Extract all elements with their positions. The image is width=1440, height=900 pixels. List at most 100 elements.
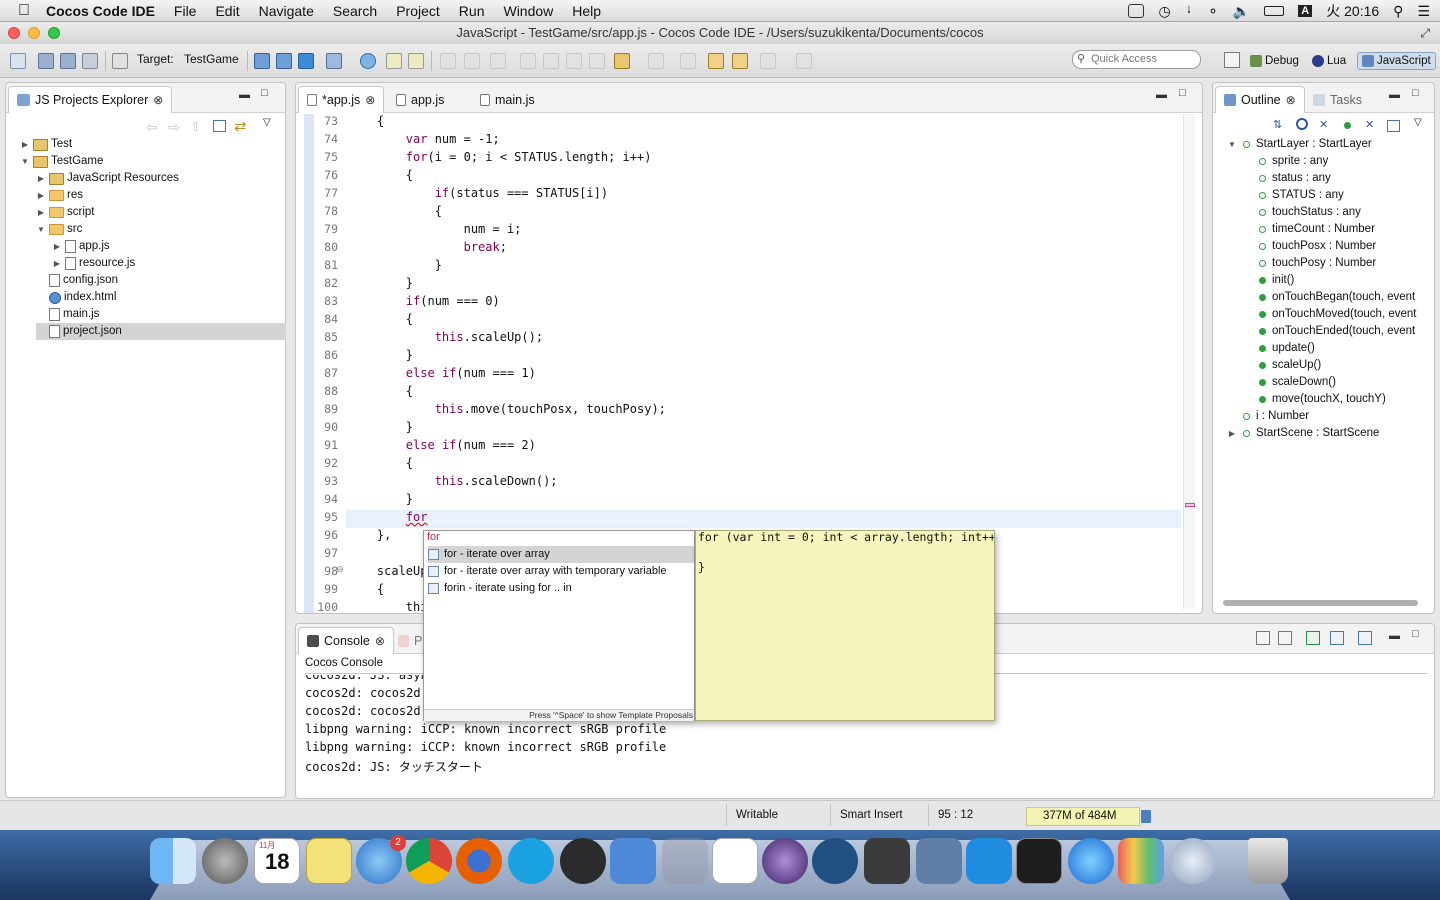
close-window-button[interactable] bbox=[8, 27, 20, 39]
help-icon[interactable] bbox=[662, 838, 708, 884]
outline-item[interactable]: touchStatus : any bbox=[1243, 204, 1361, 221]
open-console-icon[interactable] bbox=[1358, 631, 1372, 645]
code-line[interactable]: num = i; bbox=[348, 222, 522, 236]
view-menu-icon[interactable]: ▽ bbox=[263, 117, 271, 128]
format-icon[interactable] bbox=[408, 53, 424, 69]
outline-item[interactable]: scaleDown() bbox=[1243, 374, 1336, 391]
collapse-all-icon[interactable] bbox=[213, 120, 226, 132]
save-all-icon[interactable] bbox=[60, 53, 76, 69]
task-list-icon[interactable] bbox=[386, 53, 402, 69]
outline-item[interactable]: touchPosy : Number bbox=[1243, 255, 1376, 272]
battery-icon[interactable] bbox=[1264, 6, 1285, 16]
tab-main-js[interactable]: main.js bbox=[472, 86, 543, 113]
time-machine-icon[interactable]: ◷ bbox=[1158, 3, 1170, 20]
finder-icon[interactable] bbox=[150, 838, 196, 884]
print-icon[interactable] bbox=[82, 53, 98, 69]
code-line[interactable]: { bbox=[348, 114, 384, 128]
outline-item[interactable]: i : Number bbox=[1227, 408, 1309, 425]
menu-help[interactable]: Help bbox=[572, 3, 601, 19]
code-line[interactable]: { bbox=[348, 582, 384, 596]
close-tab-icon[interactable]: ⊗ bbox=[375, 634, 385, 648]
code-line[interactable]: this.scaleDown(); bbox=[348, 474, 558, 488]
s-app-icon[interactable] bbox=[712, 838, 758, 884]
tree-item[interactable]: ▶ resource.js bbox=[52, 255, 135, 272]
code-line[interactable]: { bbox=[348, 456, 413, 470]
eclipse-icon[interactable] bbox=[762, 838, 808, 884]
expand-toggle-icon[interactable]: ▶ bbox=[1227, 425, 1237, 442]
sourcetree-icon[interactable] bbox=[812, 838, 858, 884]
maximize-icon[interactable]: □ bbox=[1412, 87, 1419, 99]
pen-icon[interactable] bbox=[614, 53, 630, 69]
close-icon[interactable]: ⊗ bbox=[153, 93, 163, 107]
checkbox-status-icon[interactable] bbox=[1128, 4, 1145, 18]
globe-icon[interactable] bbox=[360, 53, 376, 69]
perspective-javascript[interactable]: JavaScript bbox=[1357, 52, 1436, 70]
menu-search[interactable]: Search bbox=[333, 3, 377, 19]
menu-project[interactable]: Project bbox=[396, 3, 440, 19]
monodevelop-icon[interactable] bbox=[916, 838, 962, 884]
code-line[interactable]: this.scaleUp(); bbox=[348, 330, 543, 344]
code-line[interactable]: } bbox=[348, 492, 413, 506]
outline-item[interactable]: scaleUp() bbox=[1243, 357, 1321, 374]
outline-item[interactable]: init() bbox=[1243, 272, 1294, 289]
sublime-icon[interactable] bbox=[864, 838, 910, 884]
code-line[interactable]: { bbox=[348, 384, 413, 398]
history-back-icon[interactable] bbox=[732, 53, 748, 69]
gc-trash-icon[interactable] bbox=[1141, 810, 1151, 823]
insert-mode[interactable]: Smart Insert bbox=[840, 809, 903, 821]
open-perspective-icon[interactable] bbox=[1224, 52, 1240, 68]
code-line[interactable]: } bbox=[348, 420, 413, 434]
minimize-icon[interactable]: ▬ bbox=[1389, 630, 1400, 642]
vertical-scrollbar[interactable] bbox=[1183, 114, 1195, 609]
trash-icon[interactable] bbox=[1248, 838, 1288, 884]
expand-toggle-icon[interactable]: ▶ bbox=[52, 255, 62, 272]
keynote-icon[interactable] bbox=[1118, 838, 1164, 884]
run-simulator-icon[interactable] bbox=[254, 53, 270, 69]
maximize-icon[interactable]: □ bbox=[261, 87, 268, 99]
notification-center-icon[interactable]: ☰ bbox=[1417, 3, 1430, 20]
menu-run[interactable]: Run bbox=[459, 3, 485, 19]
close-tab-icon[interactable]: ⊗ bbox=[1286, 93, 1296, 107]
outline-item[interactable]: sprite : any bbox=[1243, 153, 1328, 170]
network-icon[interactable] bbox=[1170, 838, 1216, 884]
skype-icon[interactable] bbox=[508, 838, 554, 884]
code-line[interactable]: scaleUp bbox=[348, 564, 428, 578]
unity-icon[interactable] bbox=[560, 838, 606, 884]
apple-icon[interactable]:  bbox=[18, 2, 30, 20]
tree-item[interactable]: ▶ app.js bbox=[52, 238, 110, 255]
expand-toggle-icon[interactable]: ▶ bbox=[36, 170, 46, 187]
back-icon[interactable] bbox=[708, 53, 724, 69]
expand-toggle-icon[interactable]: ▶ bbox=[36, 204, 46, 221]
code-line[interactable]: thi bbox=[348, 600, 428, 613]
expand-toggle-icon[interactable]: ▶ bbox=[52, 238, 62, 255]
maximize-icon[interactable]: □ bbox=[1179, 87, 1186, 99]
minimize-icon[interactable]: ▬ bbox=[1389, 89, 1400, 101]
perspective-lua[interactable]: Lua bbox=[1312, 52, 1346, 70]
new-icon[interactable] bbox=[10, 53, 26, 69]
spotlight-icon[interactable]: ⚲ bbox=[1393, 3, 1403, 20]
expand-toggle-icon[interactable]: ▶ bbox=[36, 187, 46, 204]
terminal-icon[interactable] bbox=[1016, 838, 1062, 884]
outline-item[interactable]: ▶ StartScene : StartScene bbox=[1227, 425, 1379, 442]
tree-item[interactable]: project.json bbox=[36, 323, 286, 340]
hide-static-icon[interactable]: ✕ bbox=[1319, 118, 1328, 131]
code-line[interactable]: { bbox=[348, 312, 413, 326]
zoom-window-button[interactable] bbox=[48, 27, 60, 39]
green-dot-icon[interactable] bbox=[1344, 122, 1351, 129]
expand-toggle-icon[interactable]: ▼ bbox=[20, 153, 30, 170]
outline-item[interactable]: status : any bbox=[1243, 170, 1331, 187]
menu-edit[interactable]: Edit bbox=[215, 3, 239, 19]
fold-collapse-icon[interactable]: ⊖ bbox=[336, 564, 344, 575]
chrome-icon[interactable] bbox=[406, 838, 452, 884]
proposal-item[interactable]: for - iterate over array bbox=[428, 546, 694, 563]
bluetooth-icon[interactable]: ᛍ bbox=[1185, 3, 1193, 19]
outline-item[interactable]: timeCount : Number bbox=[1243, 221, 1375, 238]
menu-file[interactable]: File bbox=[174, 3, 197, 19]
xcode-icon[interactable] bbox=[610, 838, 656, 884]
content-assist-popup[interactable]: for for - iterate over array for - iterat… bbox=[423, 530, 695, 721]
code-line[interactable]: } bbox=[348, 258, 442, 272]
view-menu-icon[interactable]: ▽ bbox=[1414, 117, 1422, 128]
outline-item[interactable]: update() bbox=[1243, 340, 1315, 357]
tab-tasks[interactable]: Tasks bbox=[1305, 86, 1370, 113]
perspective-debug[interactable]: Debug bbox=[1250, 52, 1299, 70]
